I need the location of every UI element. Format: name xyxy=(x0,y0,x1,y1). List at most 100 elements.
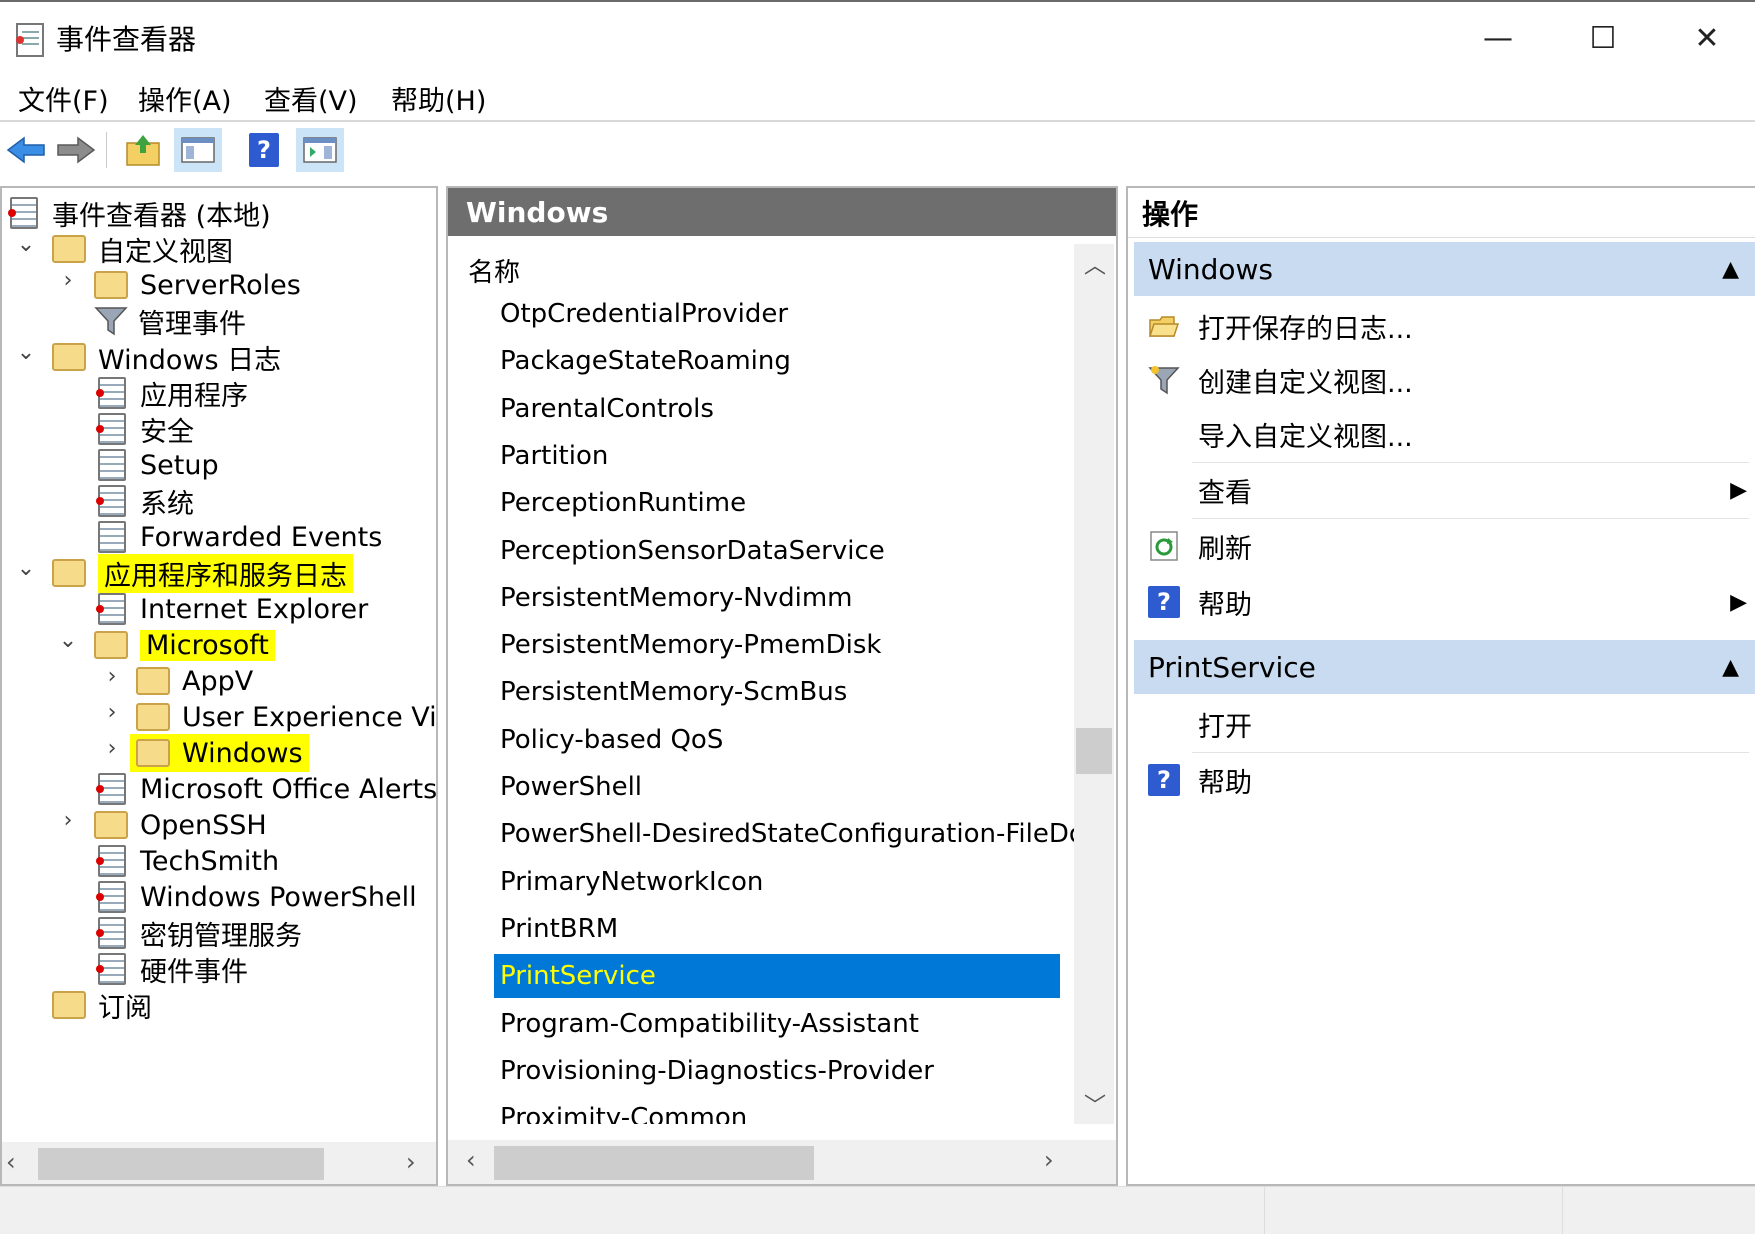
list-item[interactable]: PowerShell xyxy=(500,765,642,809)
action-view[interactable]: 查看 ▶ xyxy=(1134,464,1755,516)
list-item[interactable]: PerceptionSensorDataService xyxy=(500,529,885,573)
tree-label: 系统 xyxy=(140,488,194,520)
menu-action[interactable]: 操作(A) xyxy=(138,79,232,118)
tree-item-security[interactable]: 安全 xyxy=(96,410,194,448)
list-item[interactable]: PersistentMemory-ScmBus xyxy=(500,670,847,714)
log-icon xyxy=(96,953,126,985)
maximize-button[interactable]: ☐ xyxy=(1558,10,1648,66)
chevron-right-icon[interactable]: › xyxy=(56,808,80,833)
scroll-down-icon[interactable]: ﹀ xyxy=(1084,1088,1106,1120)
list-item[interactable]: PowerShell-DesiredStateConfiguration-Fil… xyxy=(500,812,1074,856)
log-icon xyxy=(96,881,126,913)
scroll-right-icon[interactable]: › xyxy=(406,1148,416,1176)
list-item[interactable]: Provisioning-Diagnostics-Provider xyxy=(500,1049,934,1093)
tree-item-openssh[interactable]: OpenSSH xyxy=(94,806,267,844)
tree-label: 密钥管理服务 xyxy=(140,920,302,952)
tree-label: Microsoft Office Alerts xyxy=(140,773,438,805)
show-hide-action-pane-icon[interactable] xyxy=(296,128,344,172)
chevron-down-icon[interactable]: ⌄ xyxy=(14,232,38,257)
minimize-button[interactable]: — xyxy=(1453,10,1543,66)
tree-scroll-thumb[interactable] xyxy=(38,1148,324,1180)
list-item[interactable]: OtpCredentialProvider xyxy=(500,292,788,336)
log-icon xyxy=(96,593,126,625)
list-item[interactable]: PersistentMemory-PmemDisk xyxy=(500,623,881,667)
action-help-printservice[interactable]: ? 帮助 xyxy=(1134,754,1755,806)
tree-item-hardware-events[interactable]: 硬件事件 xyxy=(96,950,248,988)
column-header-name[interactable]: 名称 xyxy=(468,252,520,289)
tree-label: TechSmith xyxy=(140,845,280,877)
tree-item-forwarded-events[interactable]: Forwarded Events xyxy=(98,518,382,556)
list-item[interactable]: Proximity-Common xyxy=(500,1096,747,1124)
list-vscroll-thumb[interactable] xyxy=(1076,728,1112,774)
tree-item-admin-events[interactable]: 管理事件 xyxy=(94,302,246,340)
menu-view[interactable]: 查看(V) xyxy=(264,79,358,118)
help-icon[interactable]: ? xyxy=(240,128,288,172)
list-item[interactable]: PersistentMemory-Nvdimm xyxy=(500,576,853,620)
collapse-up-icon[interactable]: ▲ xyxy=(1722,257,1739,282)
list-item[interactable]: PrintService xyxy=(494,954,1060,999)
tree-item-system[interactable]: 系统 xyxy=(96,482,194,520)
chevron-down-icon[interactable]: ⌄ xyxy=(14,556,38,581)
tree-item-techsmith[interactable]: TechSmith xyxy=(96,842,280,880)
tree-item-office-alerts[interactable]: Microsoft Office Alerts xyxy=(96,770,438,808)
action-group-label: PrintService xyxy=(1148,650,1316,684)
list-hscroll-thumb[interactable] xyxy=(494,1146,814,1180)
tree-item-server-roles[interactable]: ServerRoles xyxy=(94,266,301,304)
folder-filter-icon xyxy=(52,235,86,263)
list-item[interactable]: Policy-based QoS xyxy=(500,718,723,762)
chevron-right-icon[interactable]: › xyxy=(100,664,124,689)
action-open-saved-log[interactable]: 打开保存的日志... xyxy=(1134,300,1755,352)
list-item[interactable]: PackageStateRoaming xyxy=(500,339,791,383)
back-arrow-icon[interactable] xyxy=(2,128,50,172)
tree-item-key-management[interactable]: 密钥管理服务 xyxy=(96,914,302,952)
action-label: 打开保存的日志... xyxy=(1198,313,1413,345)
menu-help[interactable]: 帮助(H) xyxy=(391,79,486,118)
tree-item-microsoft[interactable]: Microsoft xyxy=(94,626,275,664)
log-icon xyxy=(96,845,126,877)
tree-item-custom-views[interactable]: 自定义视图 xyxy=(52,230,233,268)
tree-label: 管理事件 xyxy=(138,308,246,340)
chevron-right-icon[interactable]: › xyxy=(100,700,124,725)
close-button[interactable]: ✕ xyxy=(1662,10,1752,66)
scroll-left-icon[interactable]: ‹ xyxy=(466,1146,476,1174)
up-folder-icon[interactable] xyxy=(120,128,168,172)
action-open[interactable]: 打开 xyxy=(1134,698,1755,750)
action-refresh[interactable]: 刷新 xyxy=(1134,520,1755,572)
list-item[interactable]: PrimaryNetworkIcon xyxy=(500,860,763,904)
action-group-printservice[interactable]: PrintService ▲ xyxy=(1134,640,1755,694)
chevron-down-icon[interactable]: ⌄ xyxy=(56,628,80,653)
list-vertical-scrollbar[interactable] xyxy=(1074,244,1114,1124)
list-item[interactable]: Partition xyxy=(500,434,608,478)
chevron-right-icon[interactable]: › xyxy=(100,736,124,761)
tree-item-windows[interactable]: Windows xyxy=(130,734,309,772)
folder-icon xyxy=(94,631,128,659)
tree-item-apps-services-logs[interactable]: 应用程序和服务日志 xyxy=(52,553,353,593)
forward-arrow-icon[interactable] xyxy=(52,128,100,172)
scroll-left-icon[interactable]: ‹ xyxy=(6,1148,16,1176)
tree-item-subscriptions[interactable]: 订阅 xyxy=(52,986,152,1024)
scroll-right-icon[interactable]: › xyxy=(1044,1146,1054,1174)
tree-item-internet-explorer[interactable]: Internet Explorer xyxy=(96,590,368,628)
tree-item-windows-logs[interactable]: Windows 日志 xyxy=(52,338,281,376)
action-import-custom-view[interactable]: 导入自定义视图... xyxy=(1134,408,1755,460)
show-hide-tree-icon[interactable] xyxy=(174,128,222,172)
tree-item-appv[interactable]: AppV xyxy=(136,662,253,700)
list-item[interactable]: PerceptionRuntime xyxy=(500,481,746,525)
list-item[interactable]: PrintBRM xyxy=(500,907,618,951)
tree-item-windows-powershell[interactable]: Windows PowerShell xyxy=(96,878,417,916)
action-create-custom-view[interactable]: 创建自定义视图... xyxy=(1134,354,1755,406)
chevron-right-icon[interactable]: › xyxy=(56,268,80,293)
action-group-windows[interactable]: Windows ▲ xyxy=(1134,242,1755,296)
collapse-up-icon[interactable]: ▲ xyxy=(1722,655,1739,680)
tree-item-application[interactable]: 应用程序 xyxy=(96,374,248,412)
toolbar-separator xyxy=(106,132,107,168)
scroll-up-icon[interactable]: ︿ xyxy=(1084,248,1106,280)
tree-item-setup[interactable]: Setup xyxy=(98,446,219,484)
action-help-windows[interactable]: ? 帮助 ▶ xyxy=(1134,576,1755,628)
menu-file[interactable]: 文件(F) xyxy=(18,79,109,118)
chevron-down-icon[interactable]: ⌄ xyxy=(14,340,38,365)
list-item[interactable]: Program-Compatibility-Assistant xyxy=(500,1002,919,1046)
list-item[interactable]: ParentalControls xyxy=(500,387,714,431)
tree-root[interactable]: 事件查看器 (本地) xyxy=(8,194,271,232)
tree-item-user-experience-virtualization[interactable]: User Experience Virtu xyxy=(136,698,436,736)
